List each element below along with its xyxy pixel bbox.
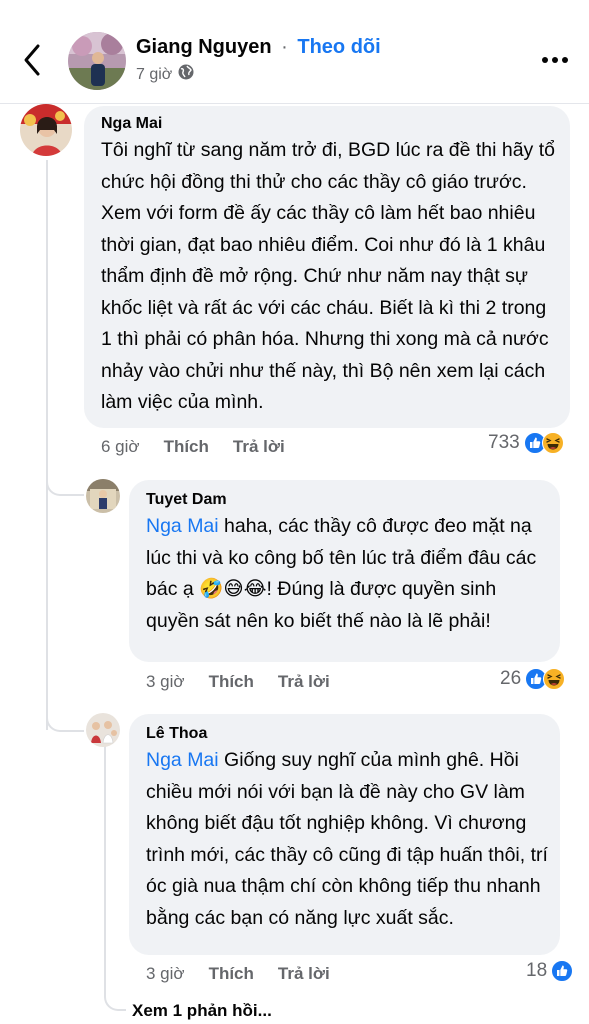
author-line: Giang Nguyen · Theo dõi — [136, 36, 381, 59]
emoji-group: 🤣😅😂 — [199, 578, 267, 600]
comment-text-part: Giống suy nghĩ của mình ghê. Hồi chiều m… — [146, 749, 548, 929]
post-header: Giang Nguyen · Theo dõi 7 giờ — [0, 0, 589, 104]
reaction-count: 26 — [500, 668, 522, 689]
comment-actions: 3 giờ Thích Trả lời — [146, 672, 330, 692]
author-name[interactable]: Giang Nguyen — [136, 36, 272, 58]
globe-icon — [178, 64, 194, 85]
thread-curve — [46, 700, 84, 732]
like-button[interactable]: Thích — [164, 437, 209, 457]
comment-author[interactable]: Nga Mai — [101, 115, 162, 133]
reaction-count: 18 — [526, 960, 548, 981]
separator-dot: · — [281, 36, 288, 58]
follow-button[interactable]: Theo dõi — [297, 36, 380, 58]
reply-button[interactable]: Trả lời — [278, 964, 330, 984]
comment-actions: 3 giờ Thích Trả lời — [146, 964, 330, 984]
mention-link[interactable]: Nga Mai — [146, 515, 219, 537]
commenter-avatar[interactable] — [20, 104, 72, 156]
more-icon[interactable] — [540, 48, 570, 72]
post-time[interactable]: 7 giờ — [136, 66, 172, 84]
mention-link[interactable]: Nga Mai — [146, 749, 219, 771]
commenter-avatar[interactable] — [86, 713, 120, 747]
reaction-count: 733 — [488, 432, 520, 453]
thread-curve — [46, 466, 84, 496]
reaction-summary[interactable]: 18 — [526, 960, 574, 982]
comment-author[interactable]: Tuyet Dam — [146, 491, 227, 509]
like-button[interactable]: Thích — [209, 672, 254, 692]
author-avatar[interactable] — [68, 32, 126, 90]
haha-reaction-icon — [541, 432, 564, 454]
comment-text: Nga Mai Giống suy nghĩ của mình ghê. Hồi… — [146, 745, 548, 934]
post-meta: 7 giờ — [136, 64, 194, 85]
commenter-avatar[interactable] — [86, 479, 120, 513]
reaction-summary[interactable]: 733 — [488, 432, 564, 454]
view-more-replies-link[interactable]: Xem 1 phản hồi... — [132, 1001, 272, 1021]
comment-time[interactable]: 6 giờ — [101, 437, 140, 457]
comment-author[interactable]: Lê Thoa — [146, 725, 207, 743]
thread-line — [104, 745, 106, 995]
comment-time[interactable]: 3 giờ — [146, 964, 185, 984]
comment-time[interactable]: 3 giờ — [146, 672, 185, 692]
reaction-summary[interactable]: 26 — [500, 668, 566, 690]
comment-text: Nga Mai haha, các thầy cô được đeo mặt n… — [146, 511, 548, 637]
reply-button[interactable]: Trả lời — [278, 672, 330, 692]
haha-reaction-icon — [543, 668, 566, 690]
reply-button[interactable]: Trả lời — [233, 437, 285, 457]
thread-curve — [104, 985, 126, 1011]
comment-actions: 6 giờ Thích Trả lời — [101, 437, 285, 457]
thread-line — [46, 160, 48, 730]
comment-text: Tôi nghĩ từ sang năm trở đi, BGD lúc ra … — [101, 139, 555, 413]
like-button[interactable]: Thích — [209, 964, 254, 984]
back-arrow-icon[interactable] — [18, 40, 48, 80]
like-reaction-icon — [551, 960, 574, 982]
